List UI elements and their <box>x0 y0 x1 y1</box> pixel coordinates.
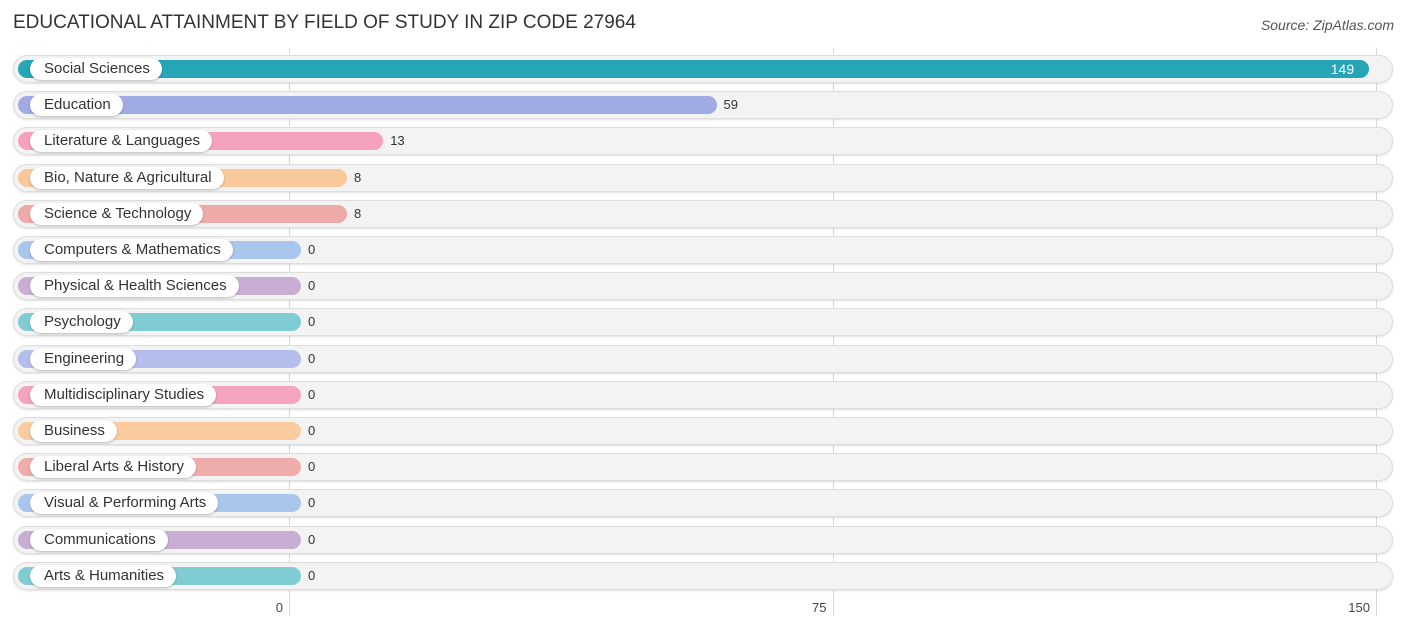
category-label: Social Sciences <box>30 58 162 80</box>
x-tick-label: 150 <box>1348 600 1370 615</box>
category-label: Visual & Performing Arts <box>30 492 219 515</box>
value-label: 0 <box>308 567 316 583</box>
bar[interactable] <box>18 96 717 115</box>
category-label: Liberal Arts & History <box>30 456 197 479</box>
category-label: Multidisciplinary Studies <box>30 383 217 406</box>
value-label: 8 <box>353 169 362 185</box>
category-label: Physical & Health Sciences <box>30 275 239 298</box>
category-label: Bio, Nature & Agricultural <box>30 166 224 189</box>
value-label: 8 <box>353 205 362 221</box>
x-tick-label: 75 <box>812 600 827 615</box>
category-label: Science & Technology <box>30 202 204 225</box>
bar-chart: Social Sciences 149 Education 59 Literature … <box>0 0 1406 632</box>
category-label: Engineering <box>30 347 137 370</box>
value-label: 149 <box>1330 61 1355 77</box>
value-label: 13 <box>390 133 405 149</box>
value-label: 0 <box>308 531 316 547</box>
category-label: Education <box>30 94 123 117</box>
category-label: Computers & Mathematics <box>30 239 233 261</box>
value-label: 0 <box>308 278 316 294</box>
category-label: Arts & Humanities <box>30 564 177 587</box>
value-label: 0 <box>308 242 316 257</box>
bar[interactable] <box>18 60 1369 78</box>
value-label: 0 <box>308 314 316 330</box>
value-label: 0 <box>308 386 316 402</box>
value-label: 0 <box>308 459 316 475</box>
value-label: 0 <box>308 495 316 511</box>
value-label: 0 <box>308 423 316 438</box>
value-label: 59 <box>723 97 739 113</box>
category-label: Business <box>30 420 117 442</box>
value-label: 0 <box>308 350 316 366</box>
category-label: Literature & Languages <box>30 130 212 153</box>
x-tick-label: 0 <box>275 600 283 615</box>
category-label: Psychology <box>30 311 133 334</box>
category-label: Communications <box>30 528 168 551</box>
